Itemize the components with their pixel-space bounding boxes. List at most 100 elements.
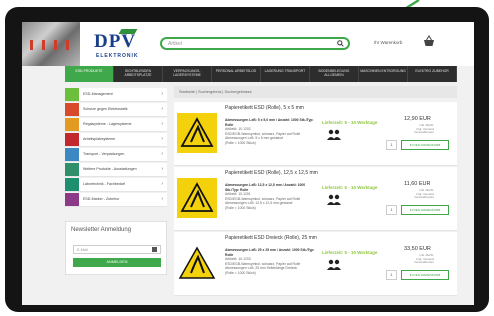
mail-icon bbox=[152, 247, 157, 252]
nav-item[interactable]: ESD-PRODUKTE bbox=[65, 66, 114, 82]
stock-status: Lieferzeit: 5 - 10 Werktage bbox=[322, 120, 378, 125]
site-logo[interactable]: DPV ELEKTRONIK bbox=[94, 29, 138, 61]
logo-text: DPV bbox=[94, 31, 137, 52]
category-label: Weitere Produkte - Ausstattungen bbox=[83, 167, 137, 171]
sidebar-category-item[interactable]: ESD-Marker - Zubehor › bbox=[65, 193, 167, 207]
sidebar-category-item[interactable]: Weitere Produkte - Ausstattungen › bbox=[65, 163, 167, 177]
category-thumbnail bbox=[65, 148, 79, 161]
sidebar-category-item[interactable]: Schutze gegen Elektrostatik › bbox=[65, 103, 167, 117]
stock-status: Lieferzeit: 5 - 10 Werktage bbox=[322, 185, 378, 190]
browser-screen: DPV ELEKTRONIK Artikel Ihr Warenkorb ESD… bbox=[22, 22, 474, 305]
product-description: Abmessungen LxB: 25 x 25 mm / Anzahl: 10… bbox=[225, 248, 320, 276]
category-thumbnail bbox=[65, 103, 79, 116]
product-title[interactable]: Papieretikett ESD (Rolle), 5 x 5 mm bbox=[225, 105, 304, 111]
category-label: Arbeitsplatzsysteme bbox=[83, 137, 116, 141]
price-note: inkl. MwSt. zzgl. Versand Versandkosten bbox=[412, 123, 434, 135]
chevron-right-icon: › bbox=[161, 121, 163, 127]
sidebar-category-item[interactable]: Regalsysteme - Lagersysteme › bbox=[65, 118, 167, 132]
product-spec: Abmessungen LxB: 12,5 x 12,5 mm / Anzahl… bbox=[225, 183, 306, 192]
product-card[interactable]: Papieretikett ESD Dreieck (Rolle), 25 mm… bbox=[174, 232, 457, 296]
cart-label[interactable]: Ihr Warenkorb bbox=[374, 40, 402, 45]
price-note-line: Versandkosten bbox=[414, 195, 434, 200]
shopping-basket-icon[interactable] bbox=[422, 34, 436, 48]
nav-item[interactable]: BODENBELEGUNG ALLGEMEIN bbox=[310, 66, 359, 82]
price-note-line: Versandkosten bbox=[414, 130, 434, 135]
category-thumbnail bbox=[65, 193, 79, 206]
category-thumbnail bbox=[65, 178, 79, 191]
chevron-right-icon: › bbox=[161, 106, 163, 112]
nav-item[interactable]: LAGERUNG TRANSPORT bbox=[261, 66, 310, 82]
nav-item[interactable]: PERSONAL ARBEITSLOS bbox=[212, 66, 261, 82]
site-header: DPV ELEKTRONIK Artikel Ihr Warenkorb bbox=[22, 22, 474, 66]
nav-item[interactable]: MASCHINEN ENTSORGUNG bbox=[359, 66, 408, 82]
category-thumbnail bbox=[65, 163, 79, 176]
sidebar-category-item[interactable]: ESD-Management › bbox=[65, 88, 167, 102]
newsletter-title: Newsletter Anmeldung bbox=[71, 227, 132, 233]
product-price: 12,90 EUR bbox=[404, 116, 431, 122]
product-title[interactable]: Papieretikett ESD Dreieck (Rolle), 25 mm bbox=[225, 235, 317, 241]
category-label: Labortechnik - Fachbedarf bbox=[83, 182, 125, 186]
price-note: inkl. MwSt. zzgl. Versand Versandkosten bbox=[412, 253, 434, 265]
laptop-frame: DPV ELEKTRONIK Artikel Ihr Warenkorb ESD… bbox=[5, 7, 489, 312]
product-card[interactable]: Papieretikett ESD (Rolle), 5 x 5 mm Abmes… bbox=[174, 102, 457, 166]
esd-warning-label-image[interactable] bbox=[177, 113, 217, 153]
product-description-line: (Rolle = 1000 Stück) bbox=[225, 205, 256, 210]
price-note-line: Versandkosten bbox=[414, 260, 434, 265]
category-thumbnail bbox=[65, 88, 79, 101]
product-spec: Abmessungen LxB: 5 x 5,0 mm / Anzahl: 10… bbox=[225, 118, 314, 127]
stock-status: Lieferzeit: 5 - 10 Werktage bbox=[322, 250, 378, 255]
product-title[interactable]: Papieretikett ESD (Rolle), 12,5 x 12,5 m… bbox=[225, 170, 318, 176]
nav-item[interactable]: SICHTBLENDEN ARBEITSPLATZE bbox=[114, 66, 163, 82]
sidebar-category-item[interactable]: Labortechnik - Fachbedarf › bbox=[65, 178, 167, 192]
nav-item[interactable]: ELEKTRO ZUBEHOR bbox=[408, 66, 457, 82]
logo-subtext: ELEKTRONIK bbox=[96, 53, 139, 59]
quantity-input[interactable]: 1 bbox=[386, 140, 397, 150]
quantity-input[interactable]: 1 bbox=[386, 205, 397, 215]
category-label: ESD-Management bbox=[83, 92, 113, 96]
product-price: 11,60 EUR bbox=[404, 181, 431, 187]
product-description-line: (Rolle = 1000 Stück) bbox=[225, 140, 256, 145]
category-label: Regalsysteme - Lagersysteme bbox=[83, 122, 132, 126]
sidebar-category-item[interactable]: Transport - Verpackungen › bbox=[65, 148, 167, 162]
newsletter-box: Newsletter Anmeldung E-Mail ANMELDEN bbox=[65, 221, 167, 275]
product-description: Abmessungen LxB: 5 x 5,0 mm / Anzahl: 10… bbox=[225, 118, 320, 146]
category-sidebar: ESD-Management › Schutze gegen Elektrostat… bbox=[65, 88, 167, 208]
product-description-line: (Rolle = 1000 Stück) bbox=[225, 270, 256, 275]
price-note: inkl. MwSt. zzgl. Versand Versandkosten bbox=[412, 188, 434, 200]
category-label: ESD-Marker - Zubehor bbox=[83, 197, 120, 201]
breadcrumb[interactable]: Startseite | Suchergebnis | Suchergebnis… bbox=[174, 86, 457, 98]
category-label: Transport - Verpackungen bbox=[83, 152, 125, 156]
add-to-cart-button[interactable]: IN DEN WARENKORB bbox=[401, 140, 449, 150]
esd-warning-label-image[interactable] bbox=[177, 178, 217, 218]
users-icon bbox=[327, 129, 341, 140]
newsletter-email-input[interactable]: E-Mail bbox=[73, 245, 161, 254]
chevron-right-icon: › bbox=[161, 196, 163, 202]
newsletter-email-placeholder: E-Mail bbox=[77, 248, 88, 252]
search-input[interactable]: Artikel bbox=[168, 40, 328, 48]
category-thumbnail bbox=[65, 133, 79, 146]
chevron-right-icon: › bbox=[161, 151, 163, 157]
product-price: 33,50 EUR bbox=[404, 246, 431, 252]
add-to-cart-button[interactable]: IN DEN WARENKORB bbox=[401, 270, 449, 280]
newsletter-submit-button[interactable]: ANMELDEN bbox=[73, 258, 161, 267]
category-thumbnail bbox=[65, 118, 79, 131]
search-bar[interactable]: Artikel bbox=[160, 37, 350, 50]
quantity-input[interactable]: 1 bbox=[386, 270, 397, 280]
product-card[interactable]: Papieretikett ESD (Rolle), 12,5 x 12,5 m… bbox=[174, 167, 457, 231]
add-to-cart-button[interactable]: IN DEN WARENKORB bbox=[401, 205, 449, 215]
chevron-right-icon: › bbox=[161, 91, 163, 97]
product-spec: Abmessungen LxB: 25 x 25 mm / Anzahl: 10… bbox=[225, 248, 315, 257]
chevron-right-icon: › bbox=[161, 181, 163, 187]
sidebar-category-item[interactable]: Arbeitsplatzsysteme › bbox=[65, 133, 167, 147]
category-label: Schutze gegen Elektrostatik bbox=[83, 107, 128, 111]
nav-item[interactable]: VERPACKUNGS-LAGERSYSTEME bbox=[163, 66, 212, 82]
header-decoration-image bbox=[22, 22, 80, 66]
esd-warning-label-image[interactable] bbox=[177, 243, 217, 283]
users-icon bbox=[327, 259, 341, 270]
main-navigation: ESD-PRODUKTE SICHTBLENDEN ARBEITSPLATZE VE… bbox=[65, 66, 457, 82]
product-description: Abmessungen LxB: 12,5 x 12,5 mm / Anzahl… bbox=[225, 183, 320, 211]
chevron-right-icon: › bbox=[161, 166, 163, 172]
search-icon[interactable] bbox=[337, 40, 344, 47]
users-icon bbox=[327, 194, 341, 205]
chevron-right-icon: › bbox=[161, 136, 163, 142]
